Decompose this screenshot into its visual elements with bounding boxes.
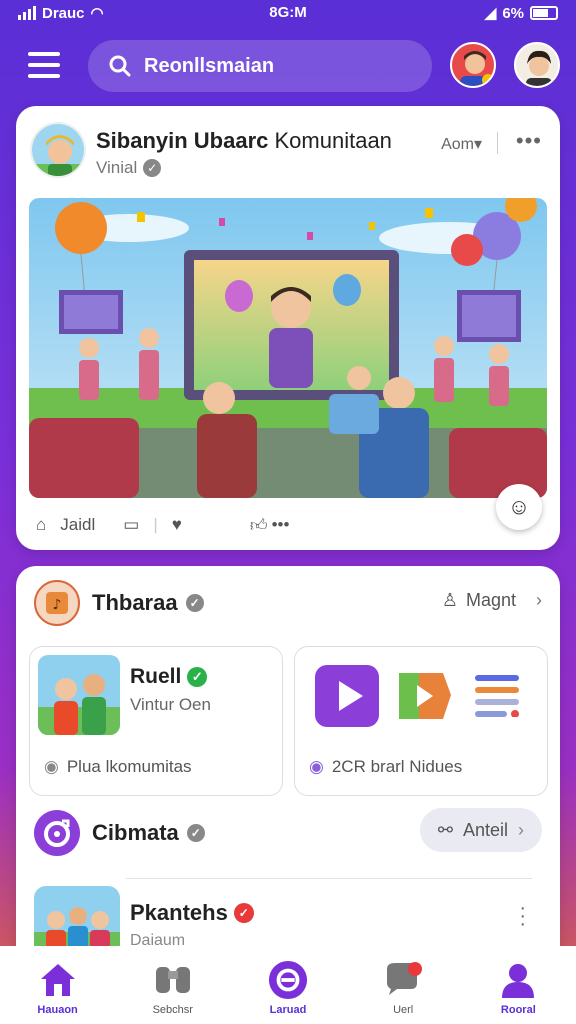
- create-circle-icon: [268, 960, 308, 1000]
- check-circle-icon: ◉: [44, 757, 59, 776]
- verified-icon: ✓: [185, 594, 204, 612]
- row-divider: [126, 878, 532, 879]
- community-title: Ruell ✓: [130, 665, 208, 689]
- section2-pill-button[interactable]: ⚯ Anteil ›: [419, 808, 542, 852]
- react-more[interactable]: •••: [272, 515, 290, 535]
- top-bar: Reonllsmaian: [0, 40, 576, 92]
- like-label[interactable]: Jaidl: [60, 515, 95, 535]
- link-icon: ⚯: [437, 819, 453, 840]
- media-tile[interactable]: ◉ 2CR brarl Nidues: [294, 646, 548, 796]
- post-action-dropdown[interactable]: Aom▾: [441, 134, 482, 154]
- check-circle-icon: ◉: [309, 757, 324, 776]
- more-options-icon[interactable]: •••: [516, 128, 542, 154]
- profile-avatar[interactable]: [514, 42, 560, 88]
- section1-icon: ♪: [34, 580, 80, 626]
- post-author-avatar[interactable]: [30, 122, 86, 178]
- search-bar[interactable]: Reonllsmaian: [88, 40, 432, 92]
- post-actions: ⌂ Jaidl ▭ | ♥ 👍︎ •••: [36, 508, 540, 542]
- community-tile[interactable]: Ruell ✓ Vintur Oen ◉ Plua lkomumitas: [29, 646, 283, 796]
- media-footer: ◉ 2CR brarl Nidues: [309, 757, 463, 776]
- signal-small-icon: ◢: [484, 5, 497, 22]
- home-icon: [38, 960, 78, 1000]
- nav-search[interactable]: Sebchsr: [128, 960, 218, 1016]
- verified-icon: ✓: [143, 159, 162, 177]
- user-outline-icon: ♙: [441, 590, 458, 610]
- section2-title: Cibmata ✓: [92, 820, 205, 846]
- search-input[interactable]: Reonllsmaian: [144, 55, 274, 78]
- community-subtitle: Vintur Oen: [130, 695, 211, 714]
- chevron-right-icon: ›: [518, 819, 524, 840]
- heart-icon[interactable]: ♥: [172, 515, 182, 535]
- verified-red-icon: ✓: [233, 903, 254, 923]
- post-title: Sibanyin Ubaarc Komunitaan: [96, 128, 392, 153]
- list-lines-icon: [475, 675, 519, 717]
- chat-bubble-icon: [383, 960, 423, 1000]
- battery-percent: 6%: [502, 4, 524, 22]
- community-card: ♪ Thbaraa ✓ ♙ Magnt › Ruell ✓ Vintur Oen ◉…: [16, 566, 560, 956]
- notification-avatar[interactable]: [450, 42, 496, 88]
- community-thumbnail: [38, 655, 120, 735]
- svg-text:♪: ♪: [53, 597, 62, 613]
- section2-icon: [34, 810, 80, 856]
- thumbs-up-icon[interactable]: 👍︎: [250, 515, 268, 536]
- bottom-nav: Hauaon Sebchsr Laruad Uerl Rooral: [0, 946, 576, 1024]
- emoji-react-icon[interactable]: ☺: [496, 484, 542, 530]
- section1-header: ♪ Thbaraa ✓ ♙ Magnt ›: [34, 578, 542, 628]
- verified-icon: ✓: [186, 824, 205, 842]
- post-header: Sibanyin Ubaarc Komunitaan Vinial ✓ Aom▾ …: [30, 122, 546, 182]
- section2-header: Cibmata ✓ ⚯ Anteil ›: [34, 808, 542, 858]
- post-subtitle: Vinial ✓: [96, 158, 162, 178]
- hamburger-menu-icon[interactable]: [28, 52, 60, 78]
- play-folder-icon: [399, 673, 451, 719]
- action-divider: |: [153, 515, 158, 534]
- person-icon: [498, 960, 538, 1000]
- chevron-right-icon: ›: [536, 590, 542, 610]
- verified-green-icon: ✓: [187, 667, 208, 687]
- post-image[interactable]: [29, 198, 547, 498]
- home-outline-icon[interactable]: ⌂: [36, 515, 46, 535]
- search-icon: [109, 55, 131, 77]
- nav-create[interactable]: Laruad: [243, 960, 333, 1016]
- battery-icon: [530, 6, 558, 20]
- kebab-menu-icon[interactable]: · · ·: [519, 898, 526, 934]
- community-footer: ◉ Plua lkomumitas: [44, 757, 192, 776]
- bookmark-icon[interactable]: ▭: [123, 515, 139, 535]
- section1-link[interactable]: ♙ Magnt ›: [442, 590, 542, 611]
- nav-messages[interactable]: Uerl: [358, 960, 448, 1016]
- binoculars-icon: [153, 960, 193, 1000]
- section1-title: Thbaraa ✓: [92, 590, 204, 616]
- list-item-title: Pkantehs ✓: [130, 900, 254, 926]
- play-video-icon: [315, 665, 379, 727]
- divider: [497, 132, 498, 154]
- nav-profile[interactable]: Rooral: [473, 960, 563, 1016]
- post-card: Sibanyin Ubaarc Komunitaan Vinial ✓ Aom▾ …: [16, 106, 560, 550]
- nav-home[interactable]: Hauaon: [13, 960, 103, 1016]
- status-bar: Drauc ◠ 8G:M ◢ 6%: [0, 0, 576, 28]
